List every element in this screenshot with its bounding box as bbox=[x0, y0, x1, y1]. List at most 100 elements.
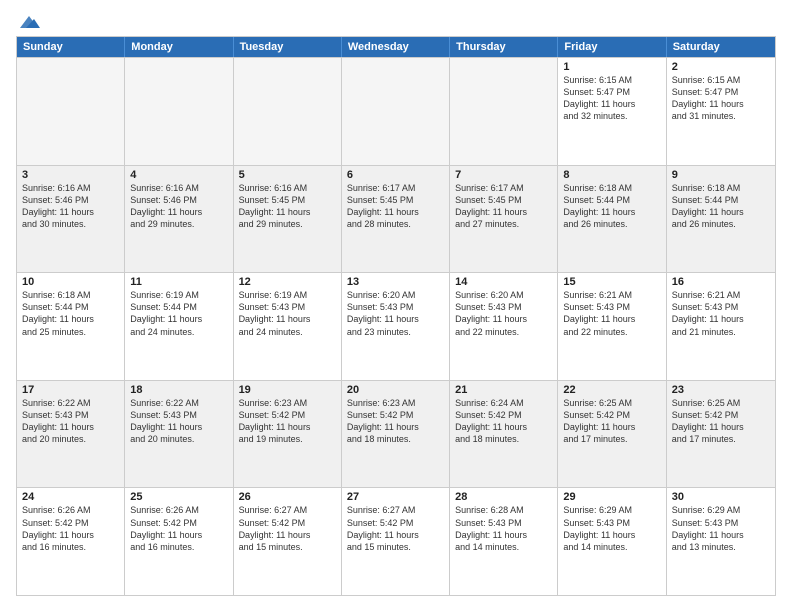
day-number: 24 bbox=[22, 491, 119, 503]
header-day-thursday: Thursday bbox=[450, 37, 558, 57]
day-number: 22 bbox=[563, 384, 660, 396]
calendar-cell: 19Sunrise: 6:23 AMSunset: 5:42 PMDayligh… bbox=[234, 381, 342, 488]
cell-info: Sunrise: 6:18 AMSunset: 5:44 PMDaylight:… bbox=[22, 289, 119, 338]
calendar-cell: 25Sunrise: 6:26 AMSunset: 5:42 PMDayligh… bbox=[125, 488, 233, 595]
calendar-row-3: 10Sunrise: 6:18 AMSunset: 5:44 PMDayligh… bbox=[17, 272, 775, 380]
calendar-cell bbox=[125, 58, 233, 165]
calendar-row-2: 3Sunrise: 6:16 AMSunset: 5:46 PMDaylight… bbox=[17, 165, 775, 273]
cell-info: Sunrise: 6:17 AMSunset: 5:45 PMDaylight:… bbox=[455, 182, 552, 231]
day-number: 14 bbox=[455, 276, 552, 288]
cell-info: Sunrise: 6:27 AMSunset: 5:42 PMDaylight:… bbox=[347, 504, 444, 553]
day-number: 2 bbox=[672, 61, 770, 73]
calendar-cell: 3Sunrise: 6:16 AMSunset: 5:46 PMDaylight… bbox=[17, 166, 125, 273]
cell-info: Sunrise: 6:26 AMSunset: 5:42 PMDaylight:… bbox=[130, 504, 227, 553]
day-number: 5 bbox=[239, 169, 336, 181]
calendar-cell: 23Sunrise: 6:25 AMSunset: 5:42 PMDayligh… bbox=[667, 381, 775, 488]
day-number: 30 bbox=[672, 491, 770, 503]
calendar-cell: 14Sunrise: 6:20 AMSunset: 5:43 PMDayligh… bbox=[450, 273, 558, 380]
calendar-cell: 1Sunrise: 6:15 AMSunset: 5:47 PMDaylight… bbox=[558, 58, 666, 165]
calendar-cell: 22Sunrise: 6:25 AMSunset: 5:42 PMDayligh… bbox=[558, 381, 666, 488]
day-number: 16 bbox=[672, 276, 770, 288]
calendar-cell: 29Sunrise: 6:29 AMSunset: 5:43 PMDayligh… bbox=[558, 488, 666, 595]
day-number: 29 bbox=[563, 491, 660, 503]
cell-info: Sunrise: 6:26 AMSunset: 5:42 PMDaylight:… bbox=[22, 504, 119, 553]
header-day-friday: Friday bbox=[558, 37, 666, 57]
calendar-row-1: 1Sunrise: 6:15 AMSunset: 5:47 PMDaylight… bbox=[17, 57, 775, 165]
cell-info: Sunrise: 6:18 AMSunset: 5:44 PMDaylight:… bbox=[563, 182, 660, 231]
calendar-cell bbox=[17, 58, 125, 165]
cell-info: Sunrise: 6:25 AMSunset: 5:42 PMDaylight:… bbox=[672, 397, 770, 446]
day-number: 27 bbox=[347, 491, 444, 503]
cell-info: Sunrise: 6:16 AMSunset: 5:46 PMDaylight:… bbox=[130, 182, 227, 231]
day-number: 4 bbox=[130, 169, 227, 181]
cell-info: Sunrise: 6:22 AMSunset: 5:43 PMDaylight:… bbox=[22, 397, 119, 446]
day-number: 11 bbox=[130, 276, 227, 288]
calendar-cell: 8Sunrise: 6:18 AMSunset: 5:44 PMDaylight… bbox=[558, 166, 666, 273]
calendar-cell: 24Sunrise: 6:26 AMSunset: 5:42 PMDayligh… bbox=[17, 488, 125, 595]
header bbox=[16, 16, 776, 26]
day-number: 21 bbox=[455, 384, 552, 396]
day-number: 26 bbox=[239, 491, 336, 503]
calendar: SundayMondayTuesdayWednesdayThursdayFrid… bbox=[16, 36, 776, 596]
cell-info: Sunrise: 6:29 AMSunset: 5:43 PMDaylight:… bbox=[563, 504, 660, 553]
calendar-cell: 7Sunrise: 6:17 AMSunset: 5:45 PMDaylight… bbox=[450, 166, 558, 273]
calendar-cell bbox=[234, 58, 342, 165]
cell-info: Sunrise: 6:29 AMSunset: 5:43 PMDaylight:… bbox=[672, 504, 770, 553]
day-number: 7 bbox=[455, 169, 552, 181]
calendar-cell: 9Sunrise: 6:18 AMSunset: 5:44 PMDaylight… bbox=[667, 166, 775, 273]
calendar-cell: 20Sunrise: 6:23 AMSunset: 5:42 PMDayligh… bbox=[342, 381, 450, 488]
calendar-cell: 4Sunrise: 6:16 AMSunset: 5:46 PMDaylight… bbox=[125, 166, 233, 273]
header-day-monday: Monday bbox=[125, 37, 233, 57]
logo-icon bbox=[18, 14, 40, 30]
cell-info: Sunrise: 6:18 AMSunset: 5:44 PMDaylight:… bbox=[672, 182, 770, 231]
calendar-cell: 2Sunrise: 6:15 AMSunset: 5:47 PMDaylight… bbox=[667, 58, 775, 165]
header-day-tuesday: Tuesday bbox=[234, 37, 342, 57]
calendar-cell: 16Sunrise: 6:21 AMSunset: 5:43 PMDayligh… bbox=[667, 273, 775, 380]
cell-info: Sunrise: 6:16 AMSunset: 5:45 PMDaylight:… bbox=[239, 182, 336, 231]
calendar-cell: 6Sunrise: 6:17 AMSunset: 5:45 PMDaylight… bbox=[342, 166, 450, 273]
calendar-cell: 10Sunrise: 6:18 AMSunset: 5:44 PMDayligh… bbox=[17, 273, 125, 380]
day-number: 8 bbox=[563, 169, 660, 181]
calendar-cell bbox=[342, 58, 450, 165]
cell-info: Sunrise: 6:19 AMSunset: 5:44 PMDaylight:… bbox=[130, 289, 227, 338]
day-number: 23 bbox=[672, 384, 770, 396]
calendar-cell: 15Sunrise: 6:21 AMSunset: 5:43 PMDayligh… bbox=[558, 273, 666, 380]
day-number: 13 bbox=[347, 276, 444, 288]
cell-info: Sunrise: 6:27 AMSunset: 5:42 PMDaylight:… bbox=[239, 504, 336, 553]
cell-info: Sunrise: 6:20 AMSunset: 5:43 PMDaylight:… bbox=[347, 289, 444, 338]
calendar-row-5: 24Sunrise: 6:26 AMSunset: 5:42 PMDayligh… bbox=[17, 487, 775, 595]
cell-info: Sunrise: 6:20 AMSunset: 5:43 PMDaylight:… bbox=[455, 289, 552, 338]
day-number: 9 bbox=[672, 169, 770, 181]
day-number: 18 bbox=[130, 384, 227, 396]
calendar-cell: 18Sunrise: 6:22 AMSunset: 5:43 PMDayligh… bbox=[125, 381, 233, 488]
page: SundayMondayTuesdayWednesdayThursdayFrid… bbox=[0, 0, 792, 612]
cell-info: Sunrise: 6:15 AMSunset: 5:47 PMDaylight:… bbox=[563, 74, 660, 123]
calendar-cell bbox=[450, 58, 558, 165]
cell-info: Sunrise: 6:21 AMSunset: 5:43 PMDaylight:… bbox=[672, 289, 770, 338]
day-number: 10 bbox=[22, 276, 119, 288]
calendar-cell: 27Sunrise: 6:27 AMSunset: 5:42 PMDayligh… bbox=[342, 488, 450, 595]
cell-info: Sunrise: 6:16 AMSunset: 5:46 PMDaylight:… bbox=[22, 182, 119, 231]
day-number: 15 bbox=[563, 276, 660, 288]
header-day-saturday: Saturday bbox=[667, 37, 775, 57]
header-day-wednesday: Wednesday bbox=[342, 37, 450, 57]
header-day-sunday: Sunday bbox=[17, 37, 125, 57]
day-number: 6 bbox=[347, 169, 444, 181]
cell-info: Sunrise: 6:15 AMSunset: 5:47 PMDaylight:… bbox=[672, 74, 770, 123]
day-number: 20 bbox=[347, 384, 444, 396]
calendar-cell: 28Sunrise: 6:28 AMSunset: 5:43 PMDayligh… bbox=[450, 488, 558, 595]
calendar-cell: 21Sunrise: 6:24 AMSunset: 5:42 PMDayligh… bbox=[450, 381, 558, 488]
cell-info: Sunrise: 6:28 AMSunset: 5:43 PMDaylight:… bbox=[455, 504, 552, 553]
cell-info: Sunrise: 6:19 AMSunset: 5:43 PMDaylight:… bbox=[239, 289, 336, 338]
calendar-cell: 26Sunrise: 6:27 AMSunset: 5:42 PMDayligh… bbox=[234, 488, 342, 595]
cell-info: Sunrise: 6:25 AMSunset: 5:42 PMDaylight:… bbox=[563, 397, 660, 446]
day-number: 3 bbox=[22, 169, 119, 181]
calendar-cell: 30Sunrise: 6:29 AMSunset: 5:43 PMDayligh… bbox=[667, 488, 775, 595]
cell-info: Sunrise: 6:23 AMSunset: 5:42 PMDaylight:… bbox=[239, 397, 336, 446]
calendar-cell: 11Sunrise: 6:19 AMSunset: 5:44 PMDayligh… bbox=[125, 273, 233, 380]
calendar-cell: 13Sunrise: 6:20 AMSunset: 5:43 PMDayligh… bbox=[342, 273, 450, 380]
logo bbox=[16, 16, 40, 26]
calendar-cell: 12Sunrise: 6:19 AMSunset: 5:43 PMDayligh… bbox=[234, 273, 342, 380]
cell-info: Sunrise: 6:24 AMSunset: 5:42 PMDaylight:… bbox=[455, 397, 552, 446]
day-number: 17 bbox=[22, 384, 119, 396]
